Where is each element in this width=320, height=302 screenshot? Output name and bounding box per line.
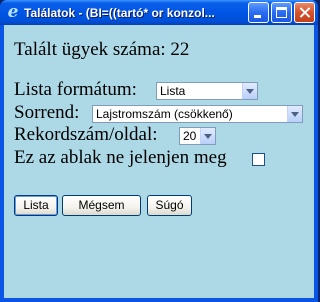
sort-select[interactable]: Lajstromszám (csökkenő) (92, 105, 303, 123)
records-per-page-value: 20 (183, 129, 197, 143)
maximize-button[interactable] (271, 2, 292, 23)
dialog-content: Talált ügyek száma: 22 Lista formátum: L… (4, 25, 314, 298)
chevron-down-icon[interactable] (242, 83, 257, 99)
hide-window-label: Ez az ablak ne jelenjen meg (14, 147, 227, 168)
window-title: Találatok - (BI=((tartó* or konzol... (24, 6, 215, 20)
help-button[interactable]: Súgó (147, 195, 192, 216)
format-select[interactable]: Lista (156, 82, 258, 100)
hide-window-checkbox[interactable] (252, 153, 265, 166)
cancel-button[interactable]: Mégsem (62, 195, 141, 216)
close-button[interactable] (294, 2, 315, 23)
dialog-window: e Találatok - (BI=((tartó* or konzol... … (0, 0, 318, 302)
minimize-button[interactable] (248, 2, 269, 23)
sort-label: Sorrend: (14, 102, 80, 123)
internet-explorer-icon: e (7, 2, 19, 22)
list-button[interactable]: Lista (14, 195, 58, 216)
title-bar[interactable]: e Találatok - (BI=((tartó* or konzol... (0, 0, 318, 25)
format-select-value: Lista (160, 84, 186, 98)
format-label: Lista formátum: (14, 79, 137, 100)
records-per-page-label: Rekordszám/oldal: (14, 124, 158, 145)
records-per-page-select[interactable]: 20 (179, 127, 216, 145)
result-count: Talált ügyek száma: 22 (14, 39, 190, 60)
sort-select-value: Lajstromszám (csökkenő) (96, 107, 233, 121)
chevron-down-icon[interactable] (287, 106, 302, 122)
chevron-down-icon[interactable] (200, 128, 215, 144)
